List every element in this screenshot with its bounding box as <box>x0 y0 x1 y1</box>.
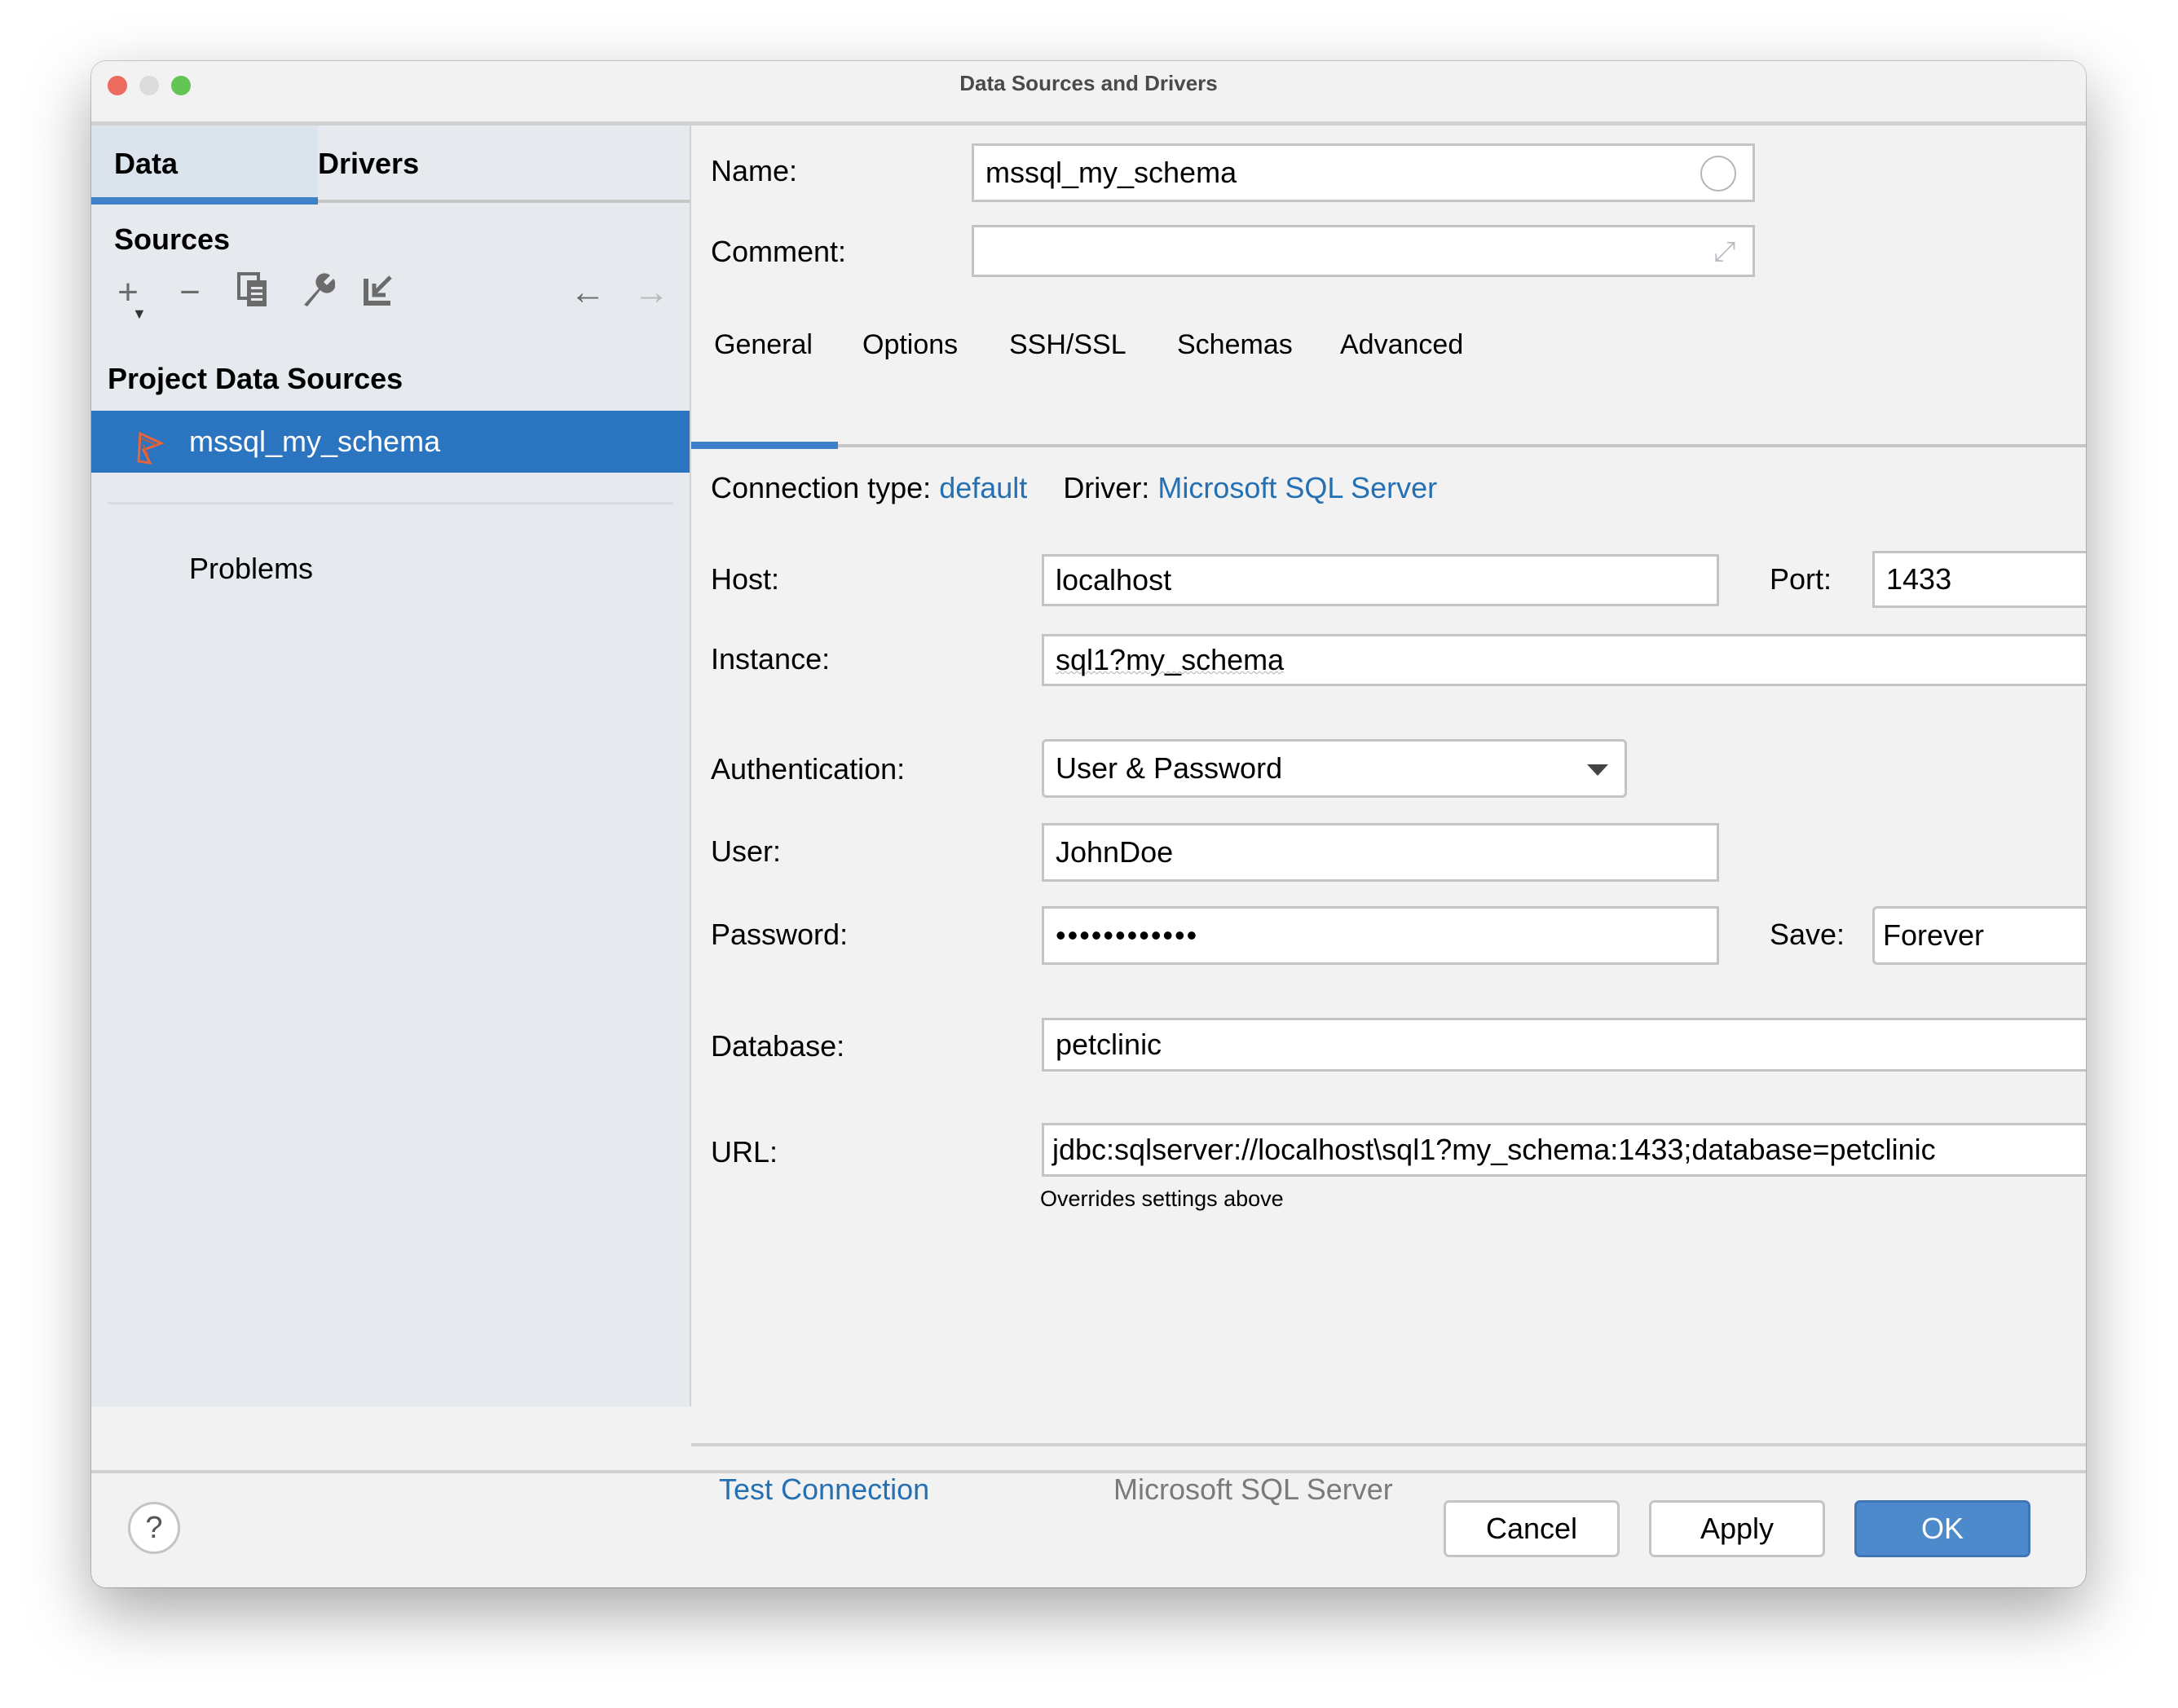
footer-divider <box>91 1470 2086 1473</box>
right-panel: Name: mssql_my_schema Comment: ⤢ General… <box>691 125 2086 1506</box>
duplicate-icon[interactable] <box>233 272 274 313</box>
expand-icon[interactable]: ⤢ <box>1710 237 1739 266</box>
tab-divider <box>318 200 690 203</box>
url-input[interactable]: jdbc:sqlserver://localhost\sql1?my_schem… <box>1042 1123 2086 1177</box>
section-title: Project Data Sources <box>108 362 403 395</box>
test-connection-link[interactable]: Test Connection <box>719 1472 929 1507</box>
driver-link[interactable]: Microsoft SQL Server <box>1157 471 1437 504</box>
save-value: Forever <box>1883 918 1985 952</box>
dialog-window: Data Sources and Drivers Data Sources Dr… <box>91 61 2086 1587</box>
tab-divider <box>838 444 2086 447</box>
auth-label: Authentication: <box>711 752 906 786</box>
comment-input[interactable]: ⤢ <box>972 225 1755 277</box>
database-label: Database: <box>711 1029 845 1063</box>
title-bar: Data Sources and Drivers <box>91 61 2086 125</box>
user-label: User: <box>711 834 782 868</box>
port-label: Port: <box>1770 562 1832 596</box>
cancel-button[interactable]: Cancel <box>1444 1500 1620 1557</box>
instance-label: Instance: <box>711 642 831 676</box>
save-label: Save: <box>1770 918 1845 951</box>
apply-button[interactable]: Apply <box>1649 1500 1825 1557</box>
tab-general[interactable]: General <box>714 329 813 361</box>
problems-item[interactable]: Problems <box>189 552 313 586</box>
instance-value: sql1?my_schema <box>1056 643 1285 676</box>
mssql-icon <box>132 425 168 487</box>
window-title: Data Sources and Drivers <box>959 71 1218 95</box>
database-input[interactable]: petclinic <box>1042 1018 2086 1072</box>
password-input[interactable]: •••••••••••• <box>1042 906 1719 965</box>
auth-value: User & Password <box>1056 751 1283 785</box>
port-input[interactable]: 1433 <box>1872 551 2086 608</box>
help-button[interactable]: ? <box>128 1502 180 1554</box>
tab-options[interactable]: Options <box>862 329 958 361</box>
name-value: mssql_my_schema <box>985 156 1237 189</box>
host-input[interactable]: localhost <box>1042 554 1719 606</box>
forward-arrow-icon[interactable]: → <box>631 272 672 313</box>
back-arrow-icon[interactable]: ← <box>567 272 608 313</box>
url-hint: Overrides settings above <box>1040 1186 1284 1211</box>
properties-wrench-icon[interactable] <box>297 272 337 313</box>
tab-advanced[interactable]: Advanced <box>1340 329 1463 361</box>
tab-drivers[interactable]: Drivers <box>318 125 442 201</box>
color-picker-icon[interactable] <box>1700 156 1736 191</box>
add-icon[interactable]: + ▼ <box>108 272 148 322</box>
comment-label: Comment: <box>711 235 847 268</box>
auth-dropdown[interactable]: User & Password <box>1042 739 1627 798</box>
bottom-bar-divider <box>691 1443 2086 1446</box>
chevron-down-icon <box>1587 764 1608 776</box>
list-divider <box>108 502 673 504</box>
active-tab-indicator <box>91 197 318 205</box>
active-tab-indicator <box>691 442 838 449</box>
url-label: URL: <box>711 1135 778 1169</box>
left-panel: Data Sources Drivers + ▼ − ← → Project D… <box>91 125 691 1406</box>
user-input[interactable]: JohnDoe <box>1042 823 1719 882</box>
ok-button[interactable]: OK <box>1854 1500 2030 1557</box>
url-value: jdbc:sqlserver://localhost\sql1?my_schem… <box>1052 1133 1936 1166</box>
list-item-data-source[interactable]: mssql_my_schema <box>91 411 690 473</box>
driver-name-label: Microsoft SQL Server <box>1113 1472 1393 1506</box>
tab-data-sources[interactable]: Data Sources <box>91 125 318 256</box>
password-label: Password: <box>711 918 849 951</box>
tab-schemas[interactable]: Schemas <box>1177 329 1293 361</box>
driver-label: Driver: <box>1063 471 1150 504</box>
remove-icon[interactable]: − <box>170 272 210 313</box>
name-input[interactable]: mssql_my_schema <box>972 143 1755 202</box>
save-dropdown[interactable]: Forever <box>1872 906 2086 965</box>
host-label: Host: <box>711 562 780 596</box>
connection-type-row: Connection type: default Driver: Microso… <box>711 471 1437 505</box>
instance-input[interactable]: sql1?my_schema <box>1042 634 2086 686</box>
connection-type-link[interactable]: default <box>939 471 1027 504</box>
tab-ssh-ssl[interactable]: SSH/SSL <box>1009 329 1126 361</box>
data-source-label: mssql_my_schema <box>189 425 441 458</box>
import-icon[interactable] <box>359 272 399 313</box>
name-label: Name: <box>711 154 798 187</box>
connection-type-label: Connection type: <box>711 471 932 504</box>
